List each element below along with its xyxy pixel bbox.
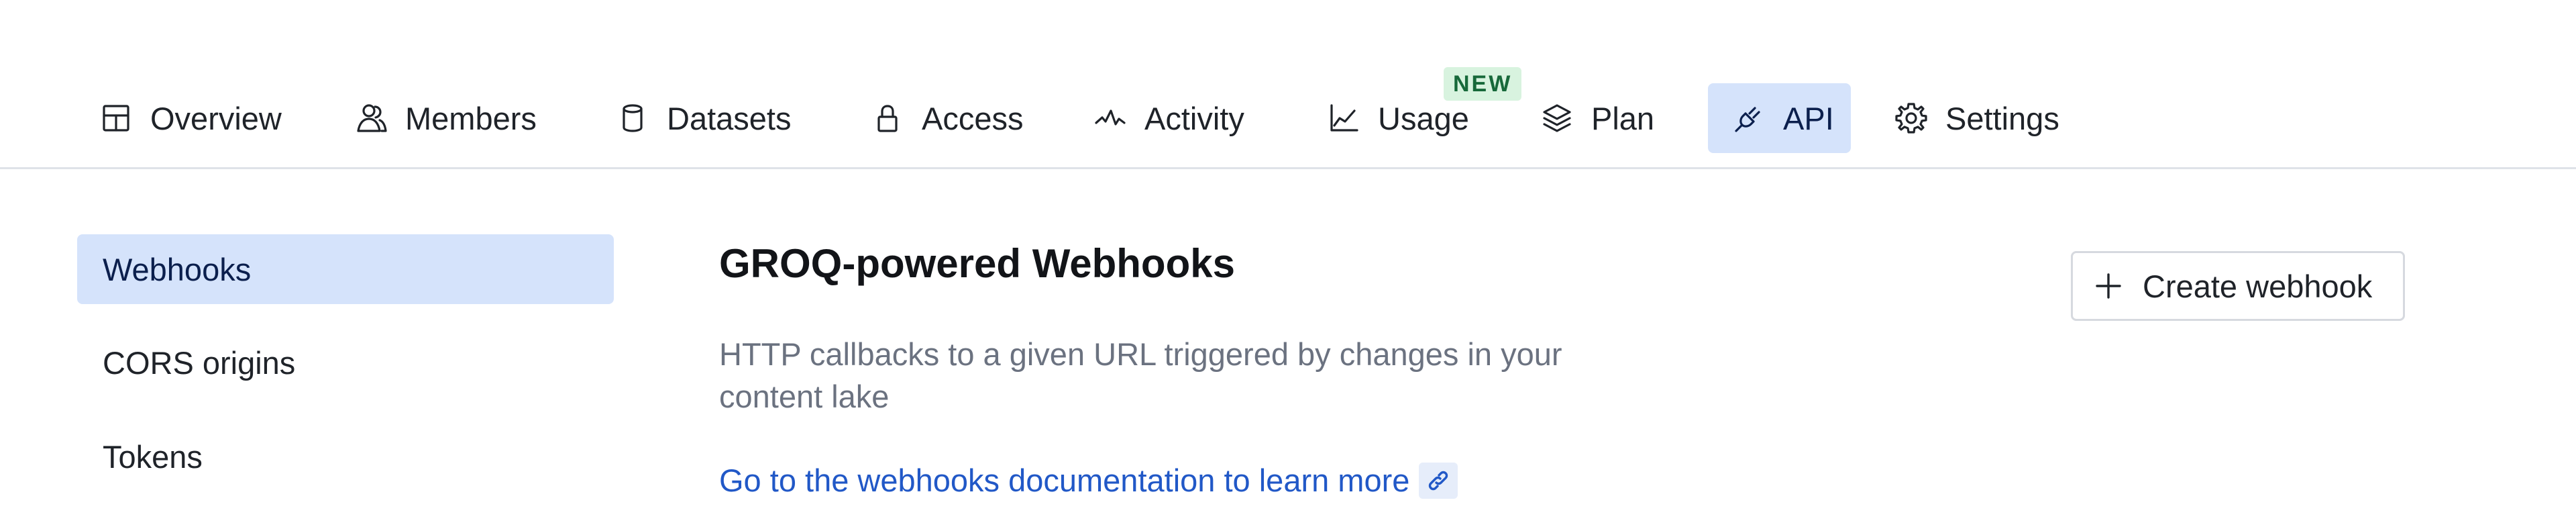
sidebar-item-tokens[interactable]: Tokens (77, 422, 614, 491)
tab-activity-label: Activity (1144, 100, 1244, 136)
tab-api-label: API (1783, 100, 1834, 136)
layout-grid-icon (98, 100, 134, 136)
tab-usage-label: Usage (1378, 100, 1469, 136)
tab-settings-label: Settings (1945, 100, 2059, 136)
webhooks-documentation-link[interactable]: Go to the webhooks documentation to lear… (719, 462, 1458, 499)
sidebar-item-webhooks[interactable]: Webhooks (77, 234, 614, 304)
lock-icon (869, 100, 906, 136)
tab-members[interactable]: Members (330, 83, 559, 153)
plus-icon (2092, 269, 2125, 303)
layers-icon (1539, 100, 1575, 136)
sidebar-item-cors-origins[interactable]: CORS origins (77, 328, 614, 397)
sidebar-item-label: Webhooks (103, 251, 252, 287)
top-navigation: Overview Members Datasets Access Activit… (0, 0, 2576, 169)
tab-overview[interactable]: Overview (75, 83, 305, 153)
tab-api[interactable]: API (1708, 83, 1851, 153)
tab-overview-label: Overview (150, 100, 282, 136)
plug-icon (1731, 100, 1767, 136)
tab-datasets[interactable]: Datasets (592, 83, 814, 153)
tab-access-label: Access (922, 100, 1024, 136)
new-badge: NEW (1444, 67, 1522, 101)
sidebar-item-label: Tokens (103, 438, 203, 475)
create-webhook-button[interactable]: Create webhook (2071, 251, 2405, 321)
activity-icon (1092, 100, 1128, 136)
tab-settings[interactable]: Settings (1870, 83, 2082, 153)
tab-members-label: Members (405, 100, 537, 136)
chart-line-icon (1326, 100, 1362, 136)
tab-access[interactable]: Access (847, 83, 1046, 153)
tab-plan-label: Plan (1591, 100, 1655, 136)
tab-plan[interactable]: Plan (1516, 83, 1677, 153)
tab-activity[interactable]: Activity (1069, 83, 1267, 153)
sidebar-item-label: CORS origins (103, 344, 296, 381)
database-icon (614, 100, 651, 136)
page-title: GROQ-powered Webhooks (719, 241, 1235, 286)
gear-icon (1893, 100, 1929, 136)
page-description: HTTP callbacks to a given URL triggered … (719, 336, 1562, 414)
create-webhook-label: Create webhook (2143, 268, 2373, 304)
tab-datasets-label: Datasets (667, 100, 792, 136)
link-icon (1419, 462, 1458, 499)
doc-link-label: Go to the webhooks documentation to lear… (719, 463, 1410, 498)
users-icon (353, 100, 389, 136)
